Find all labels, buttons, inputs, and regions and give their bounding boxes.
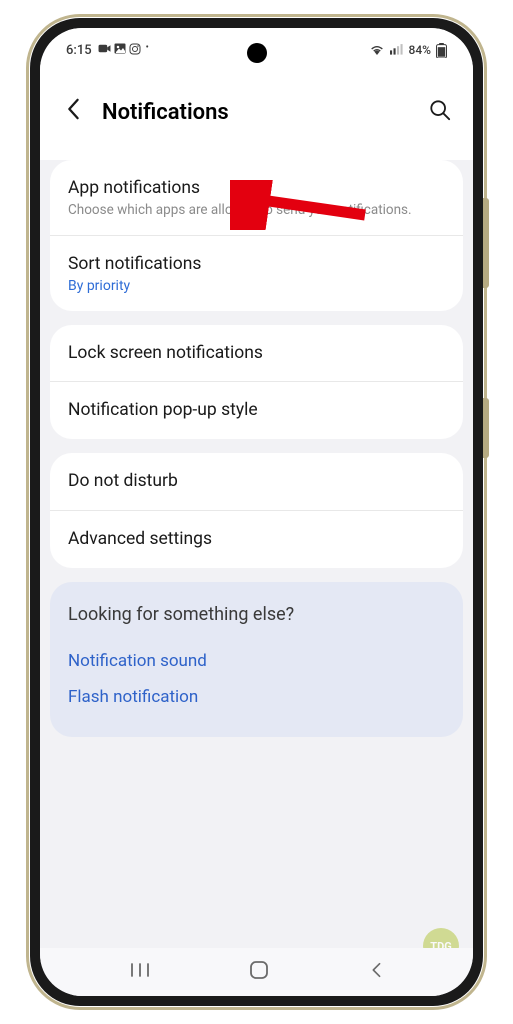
wifi-icon — [369, 43, 385, 58]
recent-apps-button[interactable] — [130, 962, 150, 983]
more-dot-icon: • — [146, 43, 149, 58]
phone-frame: 6:15 • — [30, 18, 483, 1006]
flash-notification-link[interactable]: Flash notification — [68, 679, 445, 715]
notification-sound-link[interactable]: Notification sound — [68, 643, 445, 679]
instagram-icon — [129, 43, 141, 58]
power-button — [483, 398, 489, 458]
notification-popup-style-row[interactable]: Notification pop-up style — [50, 382, 463, 439]
row-title: Sort notifications — [68, 253, 445, 276]
settings-group-3: Do not disturb Advanced settings — [50, 453, 463, 568]
extra-title: Looking for something else? — [68, 604, 445, 625]
page-title: Notifications — [102, 100, 411, 125]
row-subtitle: Choose which apps are allowed to send yo… — [68, 202, 445, 218]
camera-notch — [247, 43, 267, 63]
advanced-settings-row[interactable]: Advanced settings — [50, 511, 463, 568]
nav-bar — [40, 948, 473, 996]
settings-group-1: App notifications Choose which apps are … — [50, 160, 463, 311]
volume-button — [483, 198, 489, 288]
back-button[interactable] — [62, 94, 84, 130]
content: App notifications Choose which apps are … — [40, 160, 473, 737]
lock-screen-notifications-row[interactable]: Lock screen notifications — [50, 325, 463, 383]
signal-icon — [390, 43, 404, 58]
row-title: Do not disturb — [68, 470, 445, 493]
row-title: Notification pop-up style — [68, 399, 445, 422]
video-icon — [98, 43, 111, 58]
home-button[interactable] — [249, 960, 269, 985]
looking-for-card: Looking for something else? Notification… — [50, 582, 463, 737]
status-right: 84% — [369, 43, 447, 58]
settings-group-2: Lock screen notifications Notification p… — [50, 325, 463, 440]
do-not-disturb-row[interactable]: Do not disturb — [50, 453, 463, 511]
sort-notifications-row[interactable]: Sort notifications By priority — [50, 236, 463, 311]
status-time: 6:15 — [66, 43, 92, 58]
row-subtitle: By priority — [68, 278, 445, 294]
header: Notifications — [40, 64, 473, 160]
screen: 6:15 • — [40, 28, 473, 996]
status-left: 6:15 • — [66, 43, 149, 58]
search-button[interactable] — [429, 99, 451, 126]
row-title: App notifications — [68, 177, 445, 200]
battery-icon — [436, 43, 447, 58]
battery-text: 84% — [409, 43, 431, 57]
nav-back-button[interactable] — [369, 961, 383, 984]
app-notifications-row[interactable]: App notifications Choose which apps are … — [50, 160, 463, 236]
status-icons-left: • — [98, 43, 149, 58]
row-title: Advanced settings — [68, 528, 445, 551]
photo-icon — [114, 43, 126, 58]
row-title: Lock screen notifications — [68, 342, 445, 365]
